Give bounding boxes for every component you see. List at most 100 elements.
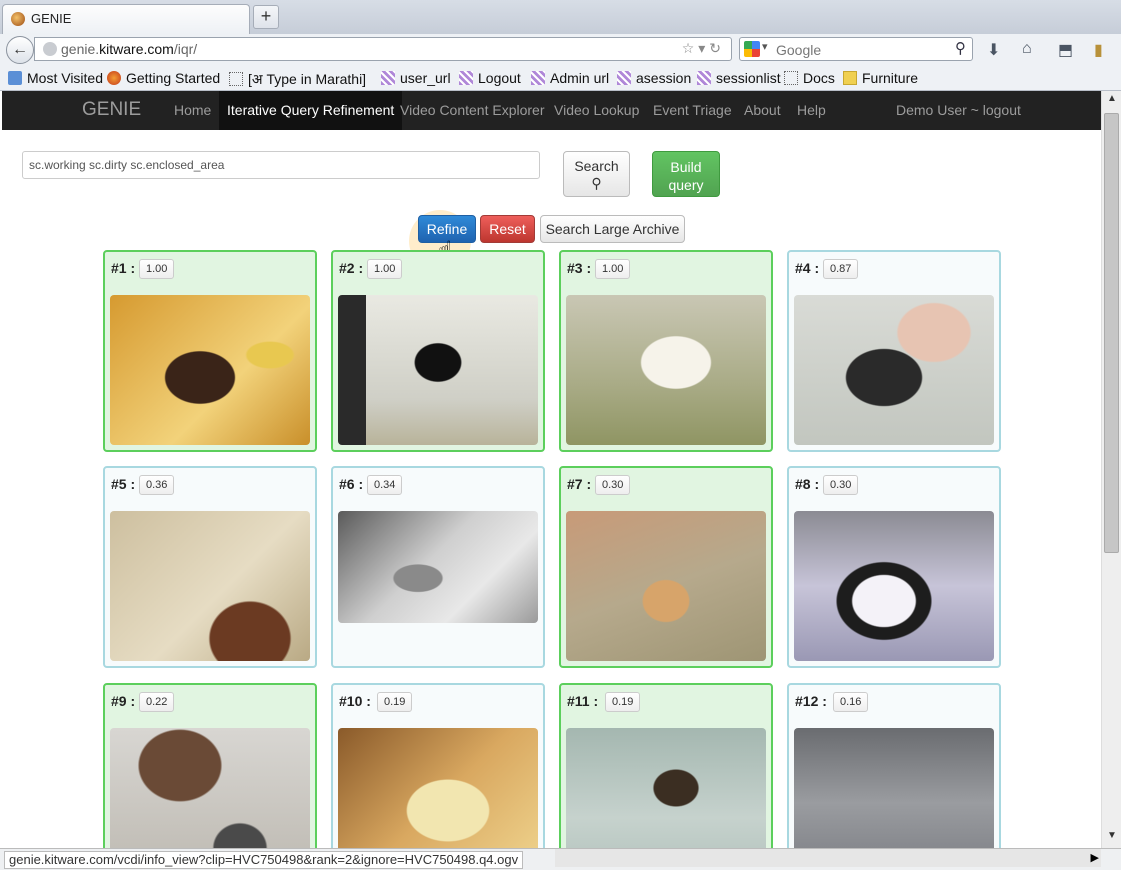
nav-event-triage[interactable]: Event Triage	[645, 91, 740, 130]
search-button[interactable]: Search ⚲	[563, 151, 630, 197]
nav-iterative-query-refinement[interactable]: Iterative Query Refinement	[219, 91, 403, 130]
result-card[interactable]: #10 : 0.19	[331, 683, 545, 848]
scrollbar-thumb[interactable]	[1104, 113, 1119, 553]
url-text: genie.kitware.com/iqr/	[61, 41, 198, 57]
bookmarklet-icon	[697, 71, 711, 85]
nav-home[interactable]: Home	[166, 91, 219, 130]
query-input[interactable]	[22, 151, 540, 179]
brand-logo[interactable]: GENIE	[82, 99, 141, 121]
bookmark-getting-started[interactable]: Getting Started	[107, 70, 220, 86]
bookmarklet-icon	[617, 71, 631, 85]
result-rank: #3 :	[567, 260, 592, 276]
result-thumbnail[interactable]	[110, 511, 310, 661]
result-score[interactable]: 0.16	[833, 692, 869, 712]
result-card[interactable]: #11 : 0.19	[559, 683, 773, 848]
result-card[interactable]: #9 : 0.22	[103, 683, 317, 848]
result-card[interactable]: #8 : 0.30	[787, 466, 1001, 668]
downloads-box-icon[interactable]: ⬒	[1058, 40, 1073, 60]
nav-about[interactable]: About	[736, 91, 789, 130]
url-bar[interactable]: genie.kitware.com/iqr/ ☆▾↻	[34, 37, 732, 61]
result-rank: #8 :	[795, 476, 820, 492]
result-score[interactable]: 1.00	[367, 259, 403, 279]
result-score[interactable]: 0.19	[605, 692, 641, 712]
browser-tab[interactable]: GENIE	[2, 4, 250, 34]
result-thumbnail[interactable]	[794, 728, 994, 848]
search-large-archive-button[interactable]: Search Large Archive	[540, 215, 685, 243]
firefox-icon	[107, 71, 121, 85]
tab-title: GENIE	[31, 11, 72, 26]
result-thumbnail[interactable]	[338, 295, 538, 445]
nav-video-content-explorer[interactable]: Video Content Explorer	[392, 91, 553, 130]
folder-icon	[8, 71, 22, 85]
download-arrow-icon[interactable]: ⬇	[987, 40, 1000, 60]
nav-help[interactable]: Help	[789, 91, 834, 130]
scroll-right-arrow-icon[interactable]: ▶	[1091, 851, 1099, 864]
bookmark-asession[interactable]: asession	[617, 70, 691, 86]
result-thumbnail[interactable]	[566, 728, 766, 848]
result-score[interactable]: 0.19	[377, 692, 413, 712]
result-card[interactable]: #12 : 0.16	[787, 683, 1001, 848]
result-thumbnail[interactable]	[566, 295, 766, 445]
user-logout-link[interactable]: Demo User ~ logout	[896, 91, 1021, 130]
bookmark-sessionlist[interactable]: sessionlist	[697, 70, 781, 86]
result-thumbnail[interactable]	[794, 295, 994, 445]
result-card[interactable]: #3 : 1.00	[559, 250, 773, 452]
search-icon: ⚲	[591, 175, 602, 191]
result-score[interactable]: 0.34	[367, 475, 403, 495]
result-rank: #2 :	[339, 260, 364, 276]
reset-button[interactable]: Reset	[480, 215, 535, 243]
result-thumbnail[interactable]	[338, 511, 538, 623]
result-score[interactable]: 0.30	[823, 475, 859, 495]
chevron-down-icon[interactable]: ▾	[762, 40, 768, 53]
result-card[interactable]: #4 : 0.87	[787, 250, 1001, 452]
bookmarklet-icon	[531, 71, 545, 85]
result-score[interactable]: 1.00	[139, 259, 175, 279]
result-card[interactable]: #1 : 1.00	[103, 250, 317, 452]
magnifier-icon[interactable]: ⚲	[955, 39, 966, 57]
search-bar[interactable]: ▾ Google ⚲	[739, 37, 973, 61]
result-thumbnail[interactable]	[338, 728, 538, 848]
folder-icon	[843, 71, 857, 85]
bookmarks-icon[interactable]: ▮	[1094, 40, 1103, 60]
back-arrow-icon[interactable]: ←	[6, 36, 34, 64]
vertical-scrollbar[interactable]: ▲ ▼	[1101, 91, 1121, 848]
result-card[interactable]: #7 : 0.30	[559, 466, 773, 668]
result-score[interactable]: 0.22	[139, 692, 175, 712]
bookmarklet-icon	[459, 71, 473, 85]
result-rank: #4 :	[795, 260, 820, 276]
result-thumbnail[interactable]	[110, 728, 310, 848]
bookmark-type-marathi[interactable]: [अ Type in Marathi]	[229, 70, 366, 89]
bookmark-admin-url[interactable]: Admin url	[531, 70, 609, 86]
bookmark-most-visited[interactable]: Most Visited	[8, 70, 103, 86]
bookmark-furniture[interactable]: Furniture	[843, 70, 918, 86]
result-rank: #12 :	[795, 693, 827, 709]
bookmark-logout[interactable]: Logout	[459, 70, 521, 86]
result-score[interactable]: 0.36	[139, 475, 175, 495]
horizontal-scrollbar[interactable]: ▶	[555, 849, 1101, 867]
page-icon	[784, 71, 798, 85]
new-tab-plus-icon[interactable]: +	[253, 5, 279, 29]
result-rank: #10 :	[339, 693, 371, 709]
result-thumbnail[interactable]	[110, 295, 310, 445]
build-query-button[interactable]: Build query	[652, 151, 720, 197]
result-rank: #9 :	[111, 693, 136, 709]
scroll-down-arrow-icon[interactable]: ▼	[1104, 830, 1120, 846]
result-score[interactable]: 0.30	[595, 475, 631, 495]
result-score[interactable]: 1.00	[595, 259, 631, 279]
bookmark-star-icon[interactable]: ☆▾↻	[682, 40, 725, 57]
result-thumbnail[interactable]	[566, 511, 766, 661]
nav-video-lookup[interactable]: Video Lookup	[546, 91, 647, 130]
result-card[interactable]: #5 : 0.36	[103, 466, 317, 668]
scroll-up-arrow-icon[interactable]: ▲	[1104, 93, 1120, 109]
result-rank: #5 :	[111, 476, 136, 492]
result-thumbnail[interactable]	[794, 511, 994, 661]
app-navbar: GENIE Home Iterative Query Refinement Vi…	[2, 91, 1101, 130]
result-score[interactable]: 0.87	[823, 259, 859, 279]
bookmark-user-url[interactable]: user_url	[381, 70, 451, 86]
result-card[interactable]: #6 : 0.34	[331, 466, 545, 668]
page-icon	[229, 72, 243, 86]
home-icon[interactable]: ⌂	[1022, 40, 1032, 58]
result-card[interactable]: #2 : 1.00	[331, 250, 545, 452]
bookmark-docs[interactable]: Docs	[784, 70, 835, 86]
search-placeholder: Google	[776, 42, 822, 58]
